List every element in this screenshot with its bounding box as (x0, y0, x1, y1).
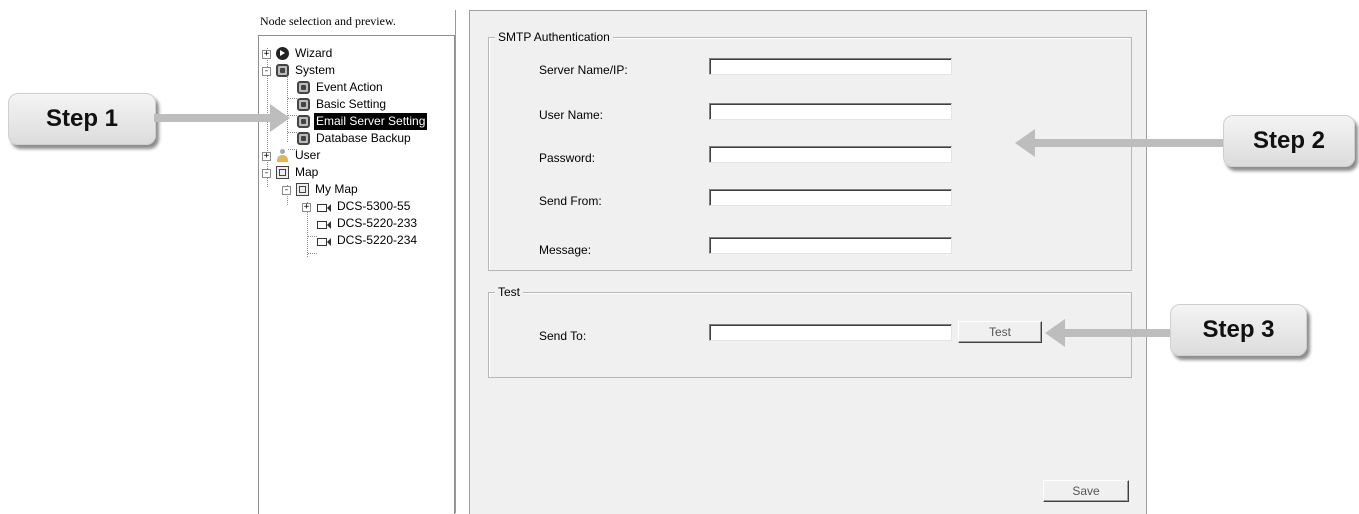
save-button[interactable]: Save (1043, 480, 1129, 502)
map-icon (276, 166, 289, 179)
gear-icon (297, 115, 310, 128)
tree-node-label: Wizard (295, 46, 333, 60)
smtp-authentication-legend: SMTP Authentication (495, 30, 613, 44)
tree-node-label: Map (295, 165, 319, 179)
gear-icon (297, 98, 310, 111)
send-to-label: Send To: (539, 329, 587, 343)
gear-icon (297, 81, 310, 94)
collapse-map-toggle[interactable]: - (262, 169, 271, 178)
tree-node-label: Basic Setting (316, 97, 387, 111)
test-legend: Test (495, 285, 524, 299)
tree-node-label: DCS-5300-55 (337, 199, 411, 213)
step-2-callout: Step 2 (1223, 115, 1355, 167)
email-server-settings-panel: SMTP Authentication Server Name/IP: User… (469, 10, 1147, 514)
password-label: Password: (539, 151, 596, 165)
tree-node-label: DCS-5220-233 (337, 216, 418, 230)
map-icon (296, 183, 309, 196)
step-2-arrow (1034, 139, 1226, 147)
password-input[interactable] (709, 146, 952, 163)
tree-line (288, 98, 297, 99)
tree-node-wizard[interactable]: Wizard (276, 45, 334, 62)
message-input[interactable] (709, 237, 952, 254)
tree-node-dcs-5300-55[interactable]: DCS-5300-55 (317, 198, 412, 215)
tree-node-event-action[interactable]: Event Action (297, 79, 385, 96)
tree-node-label: Email Server Setting (314, 113, 428, 130)
tree-header: Node selection and preview. (260, 14, 396, 28)
step-3-callout: Step 3 (1170, 304, 1307, 356)
step-3-arrow (1064, 329, 1174, 337)
tree-node-user[interactable]: User (276, 147, 322, 164)
camera-icon (317, 203, 331, 212)
tree-node-system[interactable]: System (276, 62, 337, 79)
send-from-label: Send From: (539, 194, 602, 208)
camera-icon (317, 237, 331, 246)
collapse-system-toggle[interactable]: - (262, 67, 271, 76)
send-from-input[interactable] (709, 189, 952, 206)
tree-node-dcs-5220-234[interactable]: DCS-5220-234 (317, 232, 419, 249)
expand-wizard-toggle[interactable]: + (262, 50, 271, 59)
user-name-label: User Name: (539, 108, 604, 122)
tree-node-dcs-5220-233[interactable]: DCS-5220-233 (317, 215, 419, 232)
tree-node-my-map[interactable]: My Map (296, 181, 360, 198)
tree-node-label: Event Action (316, 80, 383, 94)
gear-icon (297, 132, 310, 145)
tree-line (288, 132, 297, 133)
tree-node-label: DCS-5220-234 (337, 233, 418, 247)
tree-node-database-backup[interactable]: Database Backup (297, 130, 413, 147)
test-button[interactable]: Test (958, 321, 1042, 343)
test-group: Test Send To: Test (488, 285, 1132, 378)
smtp-authentication-group: SMTP Authentication Server Name/IP: User… (488, 30, 1132, 271)
expand-camera-toggle[interactable]: + (302, 203, 311, 212)
collapse-my-map-toggle[interactable]: - (282, 186, 291, 195)
tree-line (308, 236, 317, 237)
tree-node-label: My Map (315, 182, 358, 196)
tree-line (308, 253, 317, 254)
tree-node-map[interactable]: Map (276, 164, 320, 181)
tree-node-label: Database Backup (316, 131, 411, 145)
tree-node-label: System (295, 63, 336, 77)
user-name-input[interactable] (709, 103, 952, 120)
step-1-callout: Step 1 (8, 93, 156, 145)
server-name-label: Server Name/IP: (539, 63, 628, 77)
gear-icon (276, 64, 289, 77)
camera-icon (317, 220, 331, 229)
step-3-arrowhead (1045, 319, 1065, 347)
user-icon (276, 149, 289, 162)
tree-node-label: User (295, 148, 321, 162)
tree-node-basic-setting[interactable]: Basic Setting (297, 96, 388, 113)
tree-node-email-server-setting[interactable]: Email Server Setting (297, 113, 428, 130)
expand-user-toggle[interactable]: + (262, 152, 271, 161)
node-tree-panel: Node selection and preview. + Wizard - S… (257, 10, 456, 514)
step-1-arrowhead (270, 104, 290, 132)
message-label: Message: (539, 243, 592, 257)
step-2-arrowhead (1015, 129, 1035, 157)
wizard-icon (276, 47, 289, 60)
send-to-input[interactable] (709, 324, 952, 341)
server-name-input[interactable] (709, 58, 952, 75)
step-1-arrow (154, 114, 272, 122)
